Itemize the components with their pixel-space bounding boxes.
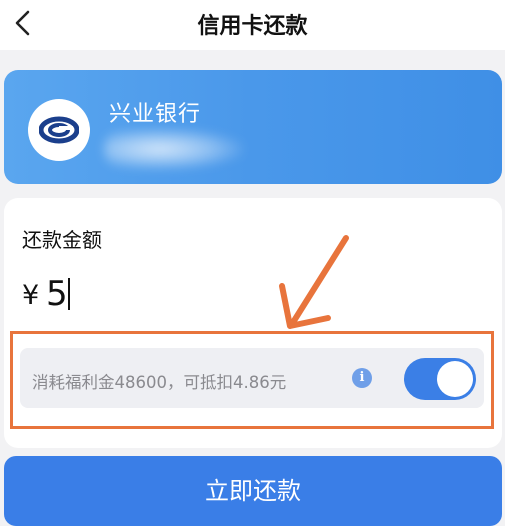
- welfare-deduction-text: 消耗福利金48600，可抵扣4.86元: [32, 373, 287, 392]
- repayment-amount-card: 还款金额 ¥ 5 消耗福利金48600，可抵扣4.86元 i: [4, 198, 502, 448]
- amount-label: 还款金额: [22, 228, 102, 252]
- info-icon[interactable]: i: [352, 368, 372, 388]
- page-title: 信用卡还款: [197, 14, 308, 39]
- toggle-knob: [437, 361, 473, 397]
- bank-name: 兴业银行: [109, 102, 202, 127]
- currency-symbol: ¥: [22, 280, 40, 311]
- card-number-redaction: [104, 128, 244, 170]
- pay-now-button[interactable]: 立即还款: [4, 456, 502, 526]
- bank-logo-icon: [28, 99, 90, 161]
- welfare-deduction-row: 消耗福利金48600，可抵扣4.86元 i: [20, 348, 484, 408]
- welfare-deduction-toggle[interactable]: [404, 358, 476, 400]
- top-nav-bar: 信用卡还款: [0, 0, 505, 50]
- amount-input[interactable]: ¥ 5: [22, 274, 322, 316]
- text-cursor: [68, 278, 70, 310]
- bank-card[interactable]: 兴业银行: [4, 70, 502, 184]
- amount-value: 5: [46, 274, 68, 314]
